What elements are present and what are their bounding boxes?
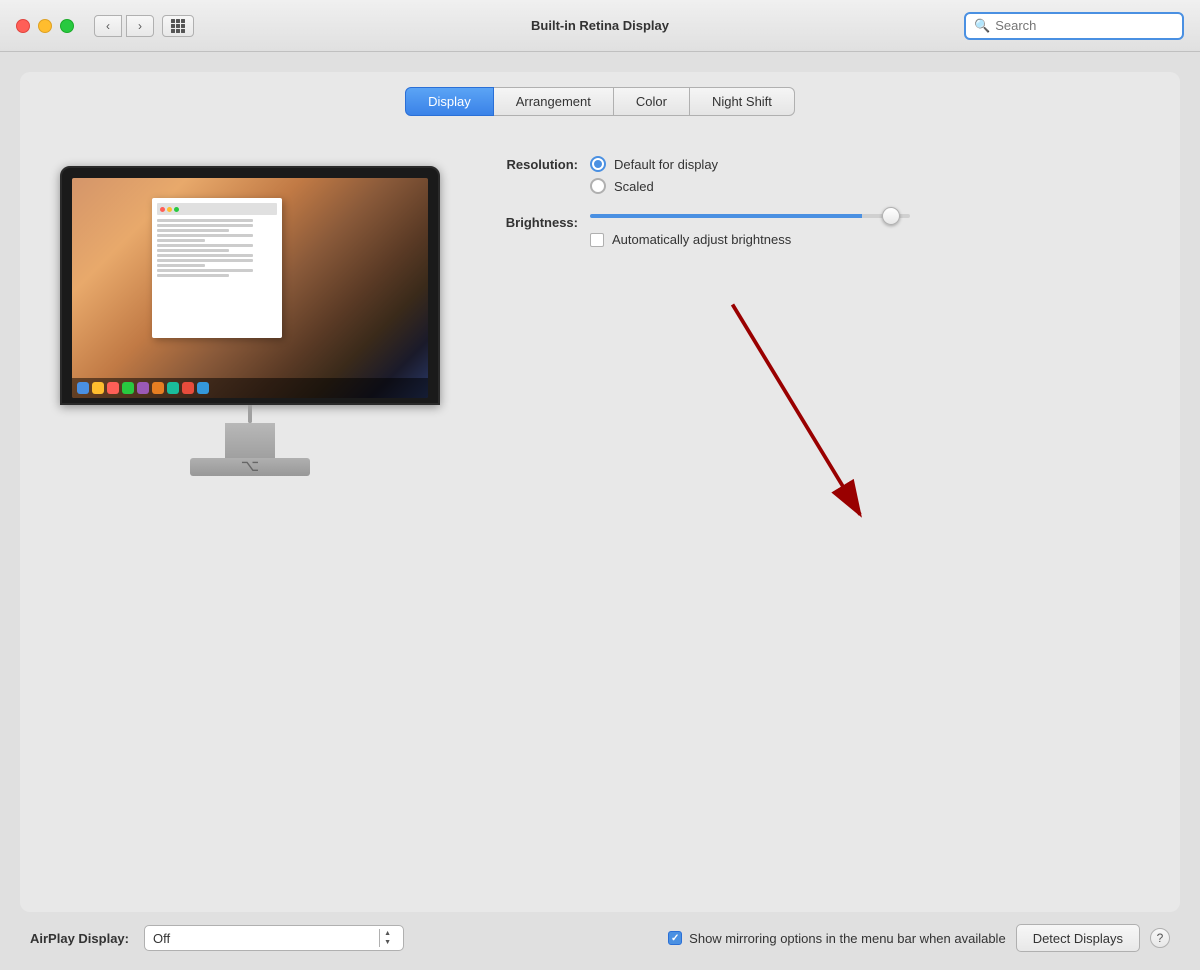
tabs-row: Display Arrangement Color Night Shift [40,87,1160,116]
back-button[interactable]: ‹ [94,15,122,37]
search-box[interactable]: 🔍 [964,12,1184,40]
monitor-illustration: ⌥ [50,146,450,496]
airplay-value: Off [153,931,170,946]
airplay-stepper[interactable]: ▲ ▼ [379,929,395,947]
tab-color[interactable]: Color [614,87,690,116]
title-bar: ‹ › Built-in Retina Display 🔍 [0,0,1200,52]
search-input[interactable] [995,18,1174,33]
grid-icon [171,19,185,33]
mirroring-checkbox[interactable]: ✓ [668,931,682,945]
document-window [152,198,282,338]
radio-scaled-circle[interactable] [590,178,606,194]
tab-arrangement[interactable]: Arrangement [494,87,614,116]
bottom-right-controls: ✓ Show mirroring options in the menu bar… [668,924,1170,952]
airplay-label: AirPlay Display: [30,931,129,946]
airplay-dropdown[interactable]: Off ▲ ▼ [144,925,404,951]
monitor-stand-base: ⌥ [190,458,310,476]
tab-display[interactable]: Display [405,87,494,116]
brightness-thumb[interactable] [882,207,900,225]
close-button[interactable] [16,19,30,33]
radio-default-inner [594,160,602,168]
resolution-label: Resolution: [480,156,590,172]
mirroring-row: ✓ Show mirroring options in the menu bar… [668,931,1006,946]
brightness-slider-row [590,214,910,218]
checkmark-icon: ✓ [671,933,679,944]
annotation [480,267,1150,567]
nav-buttons: ‹ › [94,15,154,37]
help-button[interactable]: ? [1150,928,1170,948]
radio-scaled[interactable]: Scaled [590,178,718,194]
tab-panel: Display Arrangement Color Night Shift [20,72,1180,912]
brightness-slider[interactable] [590,214,910,218]
minimize-button[interactable] [38,19,52,33]
forward-button[interactable]: › [126,15,154,37]
resolution-row: Resolution: Default for display Scaled [480,156,1150,194]
radio-default-label: Default for display [614,157,718,172]
monitor-graphic: ⌥ [60,166,440,476]
radio-default-display[interactable]: Default for display [590,156,718,172]
apple-logo-icon: ⌥ [190,458,310,476]
auto-brightness-label: Automatically adjust brightness [612,232,791,247]
monitor-screen [72,178,428,398]
detect-displays-button[interactable]: Detect Displays [1016,924,1140,952]
monitor-taskbar [72,378,428,398]
auto-brightness-checkbox[interactable] [590,233,604,247]
main-content: Display Arrangement Color Night Shift [0,52,1200,970]
maximize-button[interactable] [60,19,74,33]
brightness-row: Brightness: Automatically adjust brightn… [480,214,1150,247]
resolution-controls: Default for display Scaled [590,156,718,194]
monitor-bezel [60,166,440,405]
mirroring-label: Show mirroring options in the menu bar w… [689,931,1006,946]
red-arrow-svg [480,267,1150,567]
monitor-bottom-bezel [248,405,252,423]
monitor-stand-neck [225,423,275,458]
auto-brightness-row: Automatically adjust brightness [590,232,910,247]
stepper-up-icon[interactable]: ▲ [380,929,395,938]
stepper-down-icon[interactable]: ▼ [380,938,395,947]
search-icon: 🔍 [974,18,990,34]
tab-night-shift[interactable]: Night Shift [690,87,795,116]
radio-default-circle[interactable] [590,156,606,172]
radio-scaled-label: Scaled [614,179,654,194]
traffic-lights [16,19,74,33]
window-title: Built-in Retina Display [531,18,669,33]
settings-panel: Resolution: Default for display Scaled [480,146,1150,567]
bottom-bar: AirPlay Display: Off ▲ ▼ ✓ Show mirrorin… [20,912,1180,960]
grid-view-button[interactable] [162,15,194,37]
brightness-label: Brightness: [480,214,590,230]
display-area: ⌥ Resolution: Default for display [40,136,1160,897]
brightness-controls: Automatically adjust brightness [590,214,910,247]
